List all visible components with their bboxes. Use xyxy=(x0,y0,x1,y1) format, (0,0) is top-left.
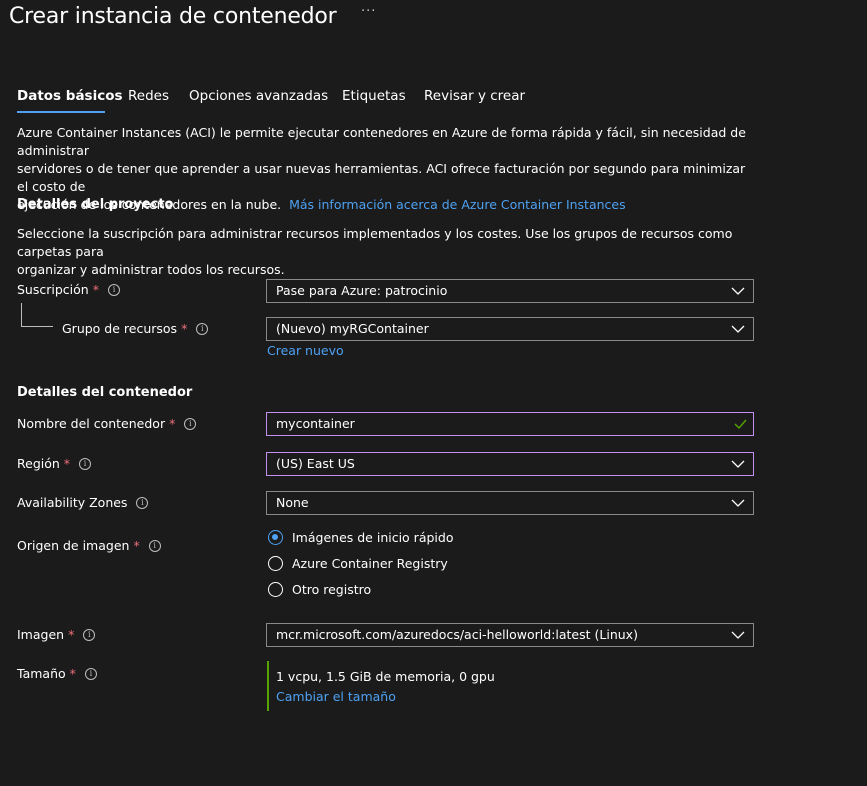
chevron-down-icon xyxy=(731,631,745,639)
availability-zones-label-text: Availability Zones xyxy=(17,495,128,510)
create-new-resource-group-link[interactable]: Crear nuevo xyxy=(267,342,344,360)
availability-zones-label: Availability Zones i xyxy=(17,494,149,512)
project-description: Seleccione la suscripción para administr… xyxy=(17,225,757,279)
info-icon[interactable]: i xyxy=(79,458,92,470)
info-icon[interactable]: i xyxy=(107,284,120,296)
radio-quickstart-label: Imágenes de inicio rápido xyxy=(292,530,454,545)
subscription-value: Pase para Azure: patrocinio xyxy=(276,283,448,298)
availability-zones-value: None xyxy=(276,495,309,510)
region-label: Región * i xyxy=(17,455,92,473)
container-name-label-text: Nombre del contenedor xyxy=(17,416,166,431)
size-label-text: Tamaño xyxy=(17,666,66,681)
required-asterisk: * xyxy=(133,538,140,553)
radio-acr-label: Azure Container Registry xyxy=(292,556,448,571)
size-indicator-bar xyxy=(267,661,269,711)
radio-quickstart-images[interactable]: Imágenes de inicio rápido xyxy=(268,530,453,545)
resource-group-label: Grupo de recursos * i xyxy=(62,320,209,338)
container-name-label: Nombre del contenedor * i xyxy=(17,415,197,433)
tab-opciones-avanzadas[interactable]: Opciones avanzadas xyxy=(189,87,328,105)
region-label-text: Región xyxy=(17,456,60,471)
image-dropdown[interactable]: mcr.microsoft.com/azuredocs/aci-hellowor… xyxy=(266,623,754,647)
size-label: Tamaño * i xyxy=(17,665,97,683)
radio-other-registry[interactable]: Otro registro xyxy=(268,582,371,597)
active-tab-indicator xyxy=(17,111,105,113)
region-value: (US) East US xyxy=(276,456,355,471)
project-desc-line-1: Seleccione la suscripción para administr… xyxy=(17,226,733,259)
image-label: Imagen * i xyxy=(17,626,96,644)
image-label-text: Imagen xyxy=(17,627,65,642)
tab-datos-basicos[interactable]: Datos básicos xyxy=(17,87,123,105)
info-icon[interactable]: i xyxy=(184,418,197,430)
change-size-link[interactable]: Cambiar el tamaño xyxy=(276,688,396,706)
subscription-label: Suscripción * i xyxy=(17,281,120,299)
info-icon[interactable]: i xyxy=(83,629,96,641)
container-details-heading: Detalles del contenedor xyxy=(17,385,193,400)
tab-etiquetas[interactable]: Etiquetas xyxy=(342,87,406,105)
project-details-heading: Detalles del proyecto xyxy=(17,197,174,212)
resource-group-dropdown[interactable]: (Nuevo) myRGContainer xyxy=(266,317,754,341)
required-asterisk: * xyxy=(68,627,75,642)
project-desc-line-2: organizar y administrar todos los recurs… xyxy=(17,262,285,277)
learn-more-link[interactable]: Más información acerca de Azure Containe… xyxy=(289,197,626,212)
required-asterisk: * xyxy=(69,666,76,681)
chevron-down-icon xyxy=(731,325,745,333)
image-value: mcr.microsoft.com/azuredocs/aci-hellowor… xyxy=(276,627,638,642)
intro-line-2: servidores o de tener que aprender a usa… xyxy=(17,161,746,194)
required-asterisk: * xyxy=(181,321,188,336)
required-asterisk: * xyxy=(169,416,176,431)
info-icon[interactable]: i xyxy=(84,668,97,680)
tab-redes[interactable]: Redes xyxy=(128,87,169,105)
subscription-dropdown[interactable]: Pase para Azure: patrocinio xyxy=(266,279,754,303)
info-icon[interactable]: i xyxy=(148,540,161,552)
radio-unselected-icon[interactable] xyxy=(268,556,283,571)
radio-unselected-icon[interactable] xyxy=(268,582,283,597)
image-source-label: Origen de imagen * i xyxy=(17,537,161,555)
radio-selected-icon[interactable] xyxy=(268,530,283,545)
size-value: 1 vcpu, 1.5 GiB de memoria, 0 gpu xyxy=(276,669,495,684)
radio-azure-container-registry[interactable]: Azure Container Registry xyxy=(268,556,448,571)
chevron-down-icon xyxy=(731,499,745,507)
tab-revisar-y-crear[interactable]: Revisar y crear xyxy=(424,87,525,105)
region-dropdown[interactable]: (US) East US xyxy=(266,452,754,476)
radio-other-registry-label: Otro registro xyxy=(292,582,372,597)
resource-group-value: (Nuevo) myRGContainer xyxy=(276,321,429,336)
required-asterisk: * xyxy=(92,282,99,297)
tree-connector-vertical xyxy=(21,303,22,327)
image-source-label-text: Origen de imagen xyxy=(17,538,130,553)
availability-zones-dropdown[interactable]: None xyxy=(266,491,754,515)
chevron-down-icon xyxy=(731,460,745,468)
intro-line-1: Azure Container Instances (ACI) le permi… xyxy=(17,125,746,158)
tree-connector-horizontal xyxy=(21,326,53,327)
subscription-label-text: Suscripción xyxy=(17,282,89,297)
checkmark-icon xyxy=(734,419,747,430)
required-asterisk: * xyxy=(63,456,71,471)
container-name-input[interactable]: mycontainer xyxy=(266,412,754,436)
chevron-down-icon xyxy=(731,287,745,295)
container-name-value: mycontainer xyxy=(276,416,355,431)
resource-group-label-text: Grupo de recursos xyxy=(62,321,178,336)
info-icon[interactable]: i xyxy=(136,497,149,509)
more-options-button[interactable]: ··· xyxy=(361,4,376,19)
page-title: Crear instancia de contenedor xyxy=(9,4,337,29)
info-icon[interactable]: i xyxy=(196,323,209,335)
